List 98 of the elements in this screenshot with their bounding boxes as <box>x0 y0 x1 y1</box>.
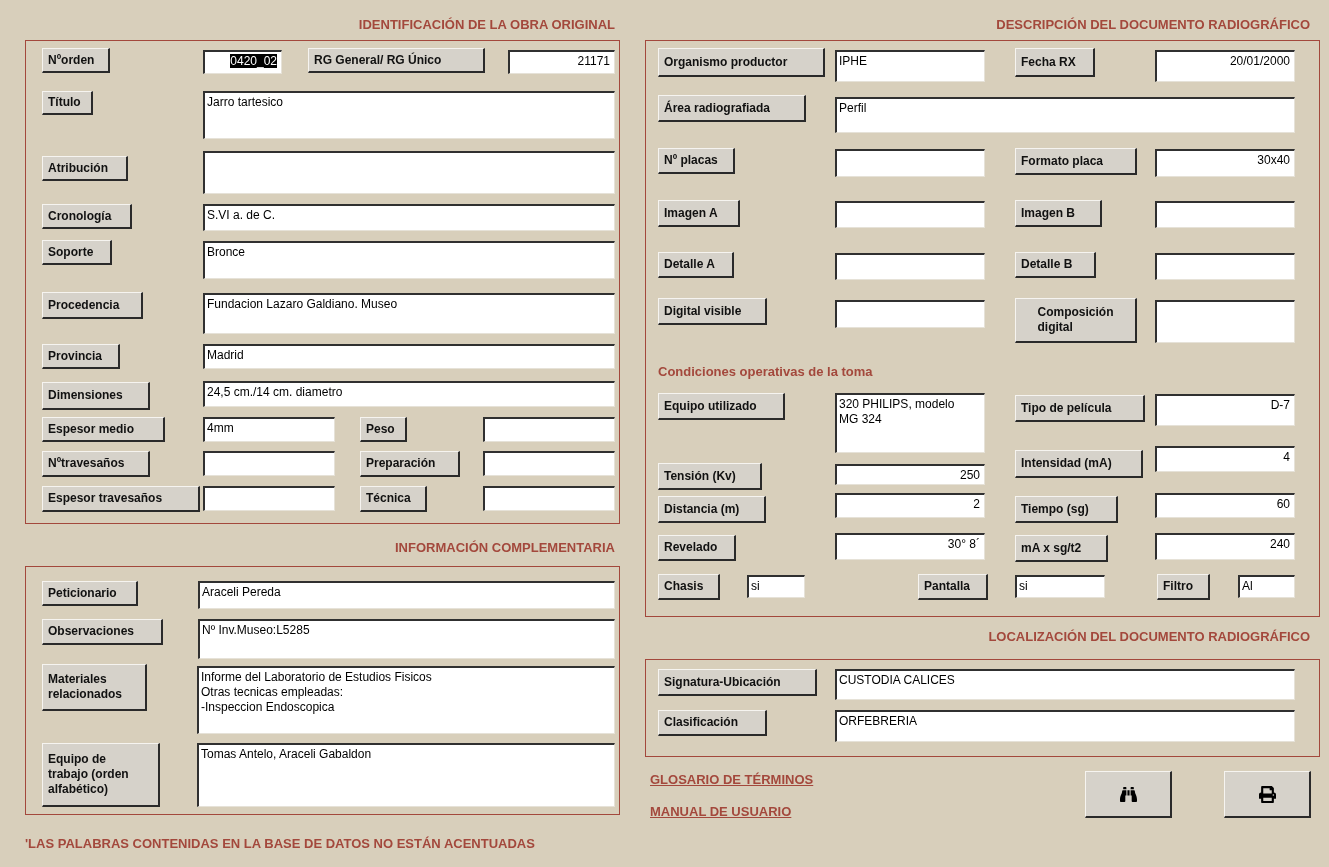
field-label-button[interactable]: Composición digital <box>1015 298 1137 343</box>
note-text: 'LAS PALABRAS CONTENIDAS EN LA BASE DE DATOS NO ESTÁN ACENTUADAS <box>25 836 535 852</box>
input-field[interactable] <box>483 486 615 511</box>
input-field[interactable] <box>835 300 985 328</box>
search-button[interactable] <box>1085 771 1172 818</box>
input-field[interactable] <box>835 149 985 177</box>
input-field[interactable]: 0420_02 <box>203 50 282 74</box>
field-label-button[interactable]: Dimensiones <box>42 382 150 410</box>
input-field[interactable]: Madrid <box>203 344 615 369</box>
field-label-button[interactable]: Cronología <box>42 204 132 229</box>
field-label-button[interactable]: Distancia (m) <box>658 496 766 523</box>
field-label-button[interactable]: Soporte <box>42 240 112 265</box>
field-label-button[interactable]: Detalle A <box>658 252 734 278</box>
input-field[interactable] <box>1155 253 1295 280</box>
input-field[interactable]: S.VI a. de C. <box>203 204 615 231</box>
input-field[interactable]: si <box>747 575 805 598</box>
field-label-button[interactable]: Intensidad (mA) <box>1015 450 1143 478</box>
field-label-button[interactable]: Chasis <box>658 574 720 600</box>
section-heading: DESCRIPCIÓN DEL DOCUMENTO RADIOGRÁFICO <box>996 17 1310 33</box>
field-label-button[interactable]: Nºtravesaños <box>42 451 150 477</box>
input-field[interactable]: D-7 <box>1155 394 1295 426</box>
printer-icon <box>1258 785 1276 803</box>
field-label-button[interactable]: Digital visible <box>658 298 767 325</box>
input-field[interactable] <box>203 486 335 511</box>
section-heading: LOCALIZACIÓN DEL DOCUMENTO RADIOGRÁFICO <box>988 629 1310 645</box>
input-field[interactable]: Perfil <box>835 97 1295 133</box>
input-field[interactable]: si <box>1015 575 1105 598</box>
field-label-button[interactable]: Organismo productor <box>658 48 825 77</box>
input-field[interactable]: Araceli Pereda <box>198 581 615 609</box>
input-field[interactable]: 60 <box>1155 493 1295 518</box>
field-label-button[interactable]: Revelado <box>658 535 736 561</box>
field-label-button[interactable]: Área radiografiada <box>658 95 806 122</box>
input-field[interactable]: Al <box>1238 575 1295 598</box>
input-field[interactable]: 30x40 <box>1155 149 1295 177</box>
field-label-button[interactable]: Tensión (Kv) <box>658 463 762 490</box>
field-label-button[interactable]: RG General/ RG Único <box>308 48 485 73</box>
input-field[interactable]: CUSTODIA CALICES <box>835 669 1295 700</box>
field-label-button[interactable]: Nº placas <box>658 148 735 174</box>
section-heading: IDENTIFICACIÓN DE LA OBRA ORIGINAL <box>358 17 615 33</box>
input-field[interactable]: 320 PHILIPS, modelo MG 324 <box>835 393 985 453</box>
input-field[interactable] <box>835 201 985 228</box>
field-label-button[interactable]: Imagen A <box>658 200 740 227</box>
help-link[interactable]: GLOSARIO DE TÉRMINOS <box>650 772 814 788</box>
field-label-button[interactable]: Nºorden <box>42 48 110 73</box>
field-label-button[interactable]: Imagen B <box>1015 200 1102 227</box>
field-label-button[interactable]: Espesor travesaños <box>42 486 200 512</box>
field-label-button[interactable]: Procedencia <box>42 292 143 319</box>
field-label-button[interactable]: Espesor medio <box>42 417 165 442</box>
field-label-button[interactable]: Signatura-Ubicación <box>658 669 817 696</box>
field-label-button[interactable]: Observaciones <box>42 619 163 645</box>
input-field[interactable] <box>203 451 335 476</box>
input-field[interactable]: 21171 <box>508 50 615 74</box>
input-field[interactable]: 2 <box>835 493 985 518</box>
field-label-button[interactable]: Provincia <box>42 344 120 369</box>
input-field[interactable]: IPHE <box>835 50 985 82</box>
field-label-button[interactable]: Peticionario <box>42 581 138 606</box>
field-label-button[interactable]: Detalle B <box>1015 252 1096 278</box>
help-link[interactable]: MANUAL DE USUARIO <box>650 804 792 820</box>
input-field[interactable]: Jarro tartesico <box>203 91 615 139</box>
section-heading: INFORMACIÓN COMPLEMENTARIA <box>394 540 615 556</box>
input-field[interactable]: ORFEBRERIA <box>835 710 1295 742</box>
input-field[interactable] <box>835 253 985 280</box>
input-field[interactable]: Nº Inv.Museo:L5285 <box>198 619 615 659</box>
input-field[interactable] <box>1155 300 1295 343</box>
field-label-button[interactable]: Pantalla <box>918 574 988 600</box>
input-field[interactable]: 30° 8´ <box>835 533 985 560</box>
input-field[interactable]: Bronce <box>203 241 615 279</box>
input-field[interactable]: Tomas Antelo, Araceli Gabaldon <box>197 743 615 807</box>
field-label-button[interactable]: Tiempo (sg) <box>1015 496 1118 523</box>
print-button[interactable] <box>1224 771 1311 818</box>
input-field[interactable]: Informe del Laboratorio de Estudios Fisicos Otras tecnicas empleadas: -Inspeccion Endoscopica <box>197 666 615 734</box>
input-field[interactable]: 250 <box>835 464 985 485</box>
field-label-button[interactable]: Clasificación <box>658 710 767 736</box>
input-field[interactable]: 20/01/2000 <box>1155 50 1295 82</box>
input-field[interactable]: Fundacion Lazaro Galdiano. Museo <box>203 293 615 334</box>
input-field[interactable]: 4mm <box>203 417 335 442</box>
field-label-button[interactable]: Técnica <box>360 486 427 512</box>
field-label-button[interactable]: Materiales relacionados <box>42 664 147 711</box>
input-field[interactable] <box>203 151 615 194</box>
input-field[interactable] <box>483 417 615 442</box>
input-field[interactable]: 24,5 cm./14 cm. diametro <box>203 381 615 407</box>
field-label-button[interactable]: mA x sg/t2 <box>1015 535 1108 562</box>
field-label-button[interactable]: Atribución <box>42 156 128 181</box>
field-label-button[interactable]: Filtro <box>1157 574 1210 600</box>
field-label-button[interactable]: Fecha RX <box>1015 48 1095 77</box>
field-label-button[interactable]: Equipo de trabajo (orden alfabético) <box>42 743 160 807</box>
field-label-button[interactable]: Preparación <box>360 451 460 477</box>
field-label-button[interactable]: Tipo de película <box>1015 395 1145 422</box>
input-field[interactable] <box>1155 201 1295 228</box>
subsection-heading: Condiciones operativas de la toma <box>658 364 873 380</box>
binoculars-icon <box>1119 785 1137 803</box>
input-field[interactable]: 4 <box>1155 446 1295 472</box>
field-label-button[interactable]: Equipo utilizado <box>658 393 785 420</box>
input-field[interactable] <box>483 451 615 476</box>
input-field[interactable]: 240 <box>1155 533 1295 560</box>
field-label-button[interactable]: Título <box>42 91 93 115</box>
field-label-button[interactable]: Peso <box>360 417 407 442</box>
field-label-button[interactable]: Formato placa <box>1015 148 1137 175</box>
